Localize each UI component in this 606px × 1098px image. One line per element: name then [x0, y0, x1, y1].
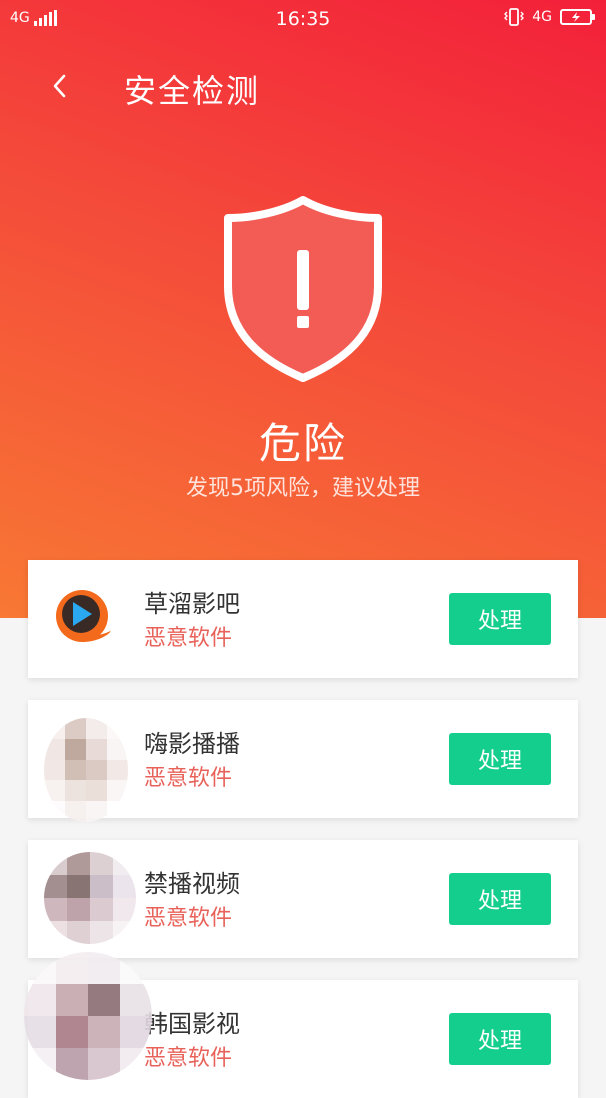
status-bar: 4G 16:35 4G — [0, 0, 606, 40]
blurred-app-icon — [24, 952, 152, 1080]
handle-button[interactable]: 处理 — [449, 873, 551, 925]
app-name: 嗨影播播 — [144, 730, 240, 758]
handle-button[interactable]: 处理 — [449, 593, 551, 645]
nav-bar: 安全检测 — [0, 56, 606, 116]
app-risk-type: 恶意软件 — [144, 906, 233, 931]
bolt-icon — [572, 12, 580, 22]
risk-item: 草溜影吧 恶意软件 处理 — [28, 560, 578, 678]
chevron-left-icon — [53, 74, 66, 98]
battery-charging-icon — [560, 9, 595, 25]
app-name: 韩国影视 — [144, 1010, 240, 1038]
blurred-app-icon — [44, 718, 128, 822]
app-name: 禁播视频 — [144, 870, 240, 898]
app-risk-type: 恶意软件 — [144, 766, 233, 791]
app-name: 草溜影吧 — [144, 590, 240, 618]
risk-item: 禁播视频 恶意软件 处理 — [28, 840, 578, 958]
back-button[interactable] — [42, 68, 78, 104]
blurred-app-icon — [44, 852, 136, 944]
page-title: 安全检测 — [124, 72, 261, 110]
danger-status-message: 发现5项风险，建议处理 — [186, 476, 420, 501]
danger-shield-icon — [224, 196, 382, 382]
app-risk-type: 恶意软件 — [144, 626, 233, 651]
risk-item: 嗨影播播 恶意软件 处理 — [28, 700, 578, 822]
handle-button[interactable]: 处理 — [449, 733, 551, 785]
vibrate-icon — [504, 8, 525, 26]
danger-status-title: 危险 — [258, 419, 347, 468]
video-player-icon — [56, 590, 112, 642]
app-risk-type: 恶意软件 — [144, 1046, 233, 1071]
handle-button[interactable]: 处理 — [449, 1013, 551, 1065]
network-type-right: 4G — [532, 9, 552, 25]
risk-item: 韩国影视 恶意软件 处理 — [24, 952, 578, 1098]
status-icons-right: 4G — [504, 8, 595, 26]
app-icon-caoliu — [52, 586, 114, 648]
